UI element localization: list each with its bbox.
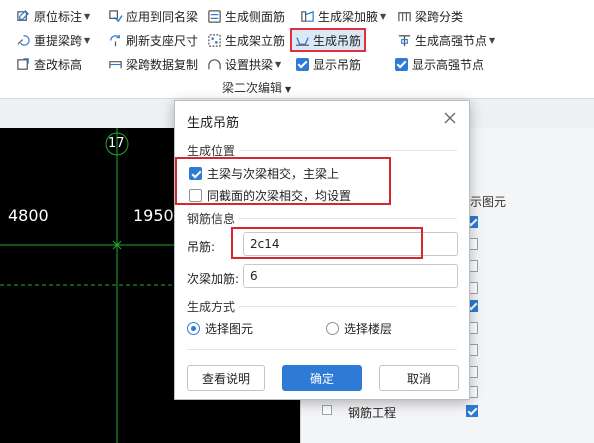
hanger-field-label: 吊筋: (187, 240, 216, 254)
ribbon-group-label[interactable]: 梁二次编辑 ▼ (222, 79, 291, 96)
span-classify-icon (397, 9, 412, 24)
highlight-box-hanger (231, 227, 423, 259)
radio-unselected-icon (326, 322, 339, 335)
radio-selected-icon (187, 322, 200, 335)
reextract-span-icon (16, 33, 31, 48)
chevron-down-icon[interactable]: ▼ (489, 36, 495, 45)
span-data-copy-icon (108, 57, 123, 72)
haunch-icon (300, 9, 315, 24)
show-hanger-checkbox[interactable]: 显示吊筋 (296, 55, 361, 73)
show-high-strength-label: 显示高强节点 (412, 57, 485, 72)
annotation-label: 原位标注 (34, 9, 83, 24)
side-rebar-icon (207, 9, 222, 24)
hanger-rebar-label: 生成吊筋 (313, 33, 362, 48)
section-divider (239, 306, 457, 307)
extra-rebar-input[interactable] (243, 264, 458, 288)
arch-beam-icon (207, 57, 222, 72)
dimension-left: 4800 (8, 206, 49, 225)
section-method-title: 生成方式 (187, 300, 236, 314)
generate-hanger-dialog: 生成吊筋 生成位置 主梁与次梁相交，主梁上 同截面的次梁相交，均设置 钢筋信息 … (174, 100, 470, 400)
dialog-title: 生成吊筋 (187, 116, 240, 131)
section-divider (239, 150, 457, 151)
ok-button[interactable]: 确定 (282, 365, 362, 391)
reextract-span-button[interactable]: 重提梁跨 ▼ (16, 31, 90, 49)
checkbox-checked-icon (395, 57, 408, 71)
erect-rebar-button[interactable]: 生成架立筋 (207, 31, 285, 49)
section-divider (239, 218, 457, 219)
chevron-down-icon[interactable]: ▼ (84, 36, 90, 45)
dimension-right: 1950 (133, 206, 174, 225)
section-rebar-title: 钢筋信息 (187, 212, 236, 226)
refresh-support-icon (108, 33, 123, 48)
side-rebar-label: 生成侧面筋 (225, 9, 286, 24)
ribbon-toolbar: 原位标注 ▼ 应用到同名梁 生成侧面筋 生成梁加腋 ▼ 梁跨分类 重提梁跨 ▼ 刷新支… (0, 0, 594, 98)
close-icon (444, 112, 456, 124)
radio-select-floor[interactable]: 选择楼层 (326, 320, 392, 337)
span-data-copy-label: 梁跨数据复制 (126, 57, 199, 72)
span-classify-label: 梁跨分类 (415, 9, 464, 24)
panel-checkbox[interactable] (466, 405, 478, 417)
hanger-rebar-icon (295, 33, 310, 48)
show-high-strength-checkbox[interactable]: 显示高强节点 (395, 55, 484, 73)
apply-same-beam-label: 应用到同名梁 (126, 9, 199, 24)
erect-rebar-label: 生成架立筋 (225, 33, 286, 48)
check-elevation-label: 查改标高 (34, 57, 83, 72)
refresh-support-button[interactable]: 刷新支座尺寸 (108, 31, 198, 49)
haunch-button[interactable]: 生成梁加腋 ▼ (300, 7, 386, 25)
high-strength-node-button[interactable]: 生成高强节点 ▼ (397, 31, 495, 49)
high-strength-node-icon (397, 33, 412, 48)
radio-select-element[interactable]: 选择图元 (187, 320, 253, 337)
arch-beam-label: 设置拱梁 (225, 57, 274, 72)
cancel-button[interactable]: 取消 (379, 365, 459, 391)
chevron-down-icon[interactable]: ▼ (380, 12, 386, 21)
annotation-icon (16, 9, 31, 24)
footer-divider (187, 349, 457, 350)
panel-column-header: 示图元 (470, 195, 507, 209)
span-data-copy-button[interactable]: 梁跨数据复制 (108, 55, 198, 73)
axis-label: 17 (108, 136, 125, 151)
show-hanger-label: 显示吊筋 (313, 57, 362, 72)
refresh-support-label: 刷新支座尺寸 (126, 33, 199, 48)
radio-select-element-label: 选择图元 (205, 322, 254, 336)
apply-same-beam-button[interactable]: 应用到同名梁 (108, 7, 198, 25)
extra-rebar-field-label: 次梁加筋: (187, 272, 240, 286)
check-elevation-icon (16, 57, 31, 72)
highlight-box-options (175, 157, 391, 205)
tree-item-rebar-project[interactable]: 钢筋工程 (348, 404, 396, 421)
chevron-down-icon[interactable]: ▼ (275, 60, 281, 69)
hanger-rebar-button[interactable]: 生成吊筋 (289, 28, 367, 52)
check-elevation-button[interactable]: 查改标高 (16, 55, 82, 73)
annotation-button[interactable]: 原位标注 ▼ (16, 7, 90, 25)
checkbox-checked-icon (296, 57, 309, 71)
radio-select-floor-label: 选择楼层 (344, 322, 393, 336)
arch-beam-button[interactable]: 设置拱梁 ▼ (207, 55, 281, 73)
chevron-down-icon[interactable]: ▼ (84, 12, 90, 21)
close-button[interactable] (441, 109, 459, 127)
high-strength-node-label: 生成高强节点 (415, 33, 488, 48)
side-rebar-button[interactable]: 生成侧面筋 (207, 7, 285, 25)
help-button[interactable]: 查看说明 (187, 365, 265, 391)
haunch-label: 生成梁加腋 (318, 9, 379, 24)
span-classify-button[interactable]: 梁跨分类 (397, 7, 463, 25)
erect-rebar-icon (207, 33, 222, 48)
tree-expand-box[interactable] (322, 405, 332, 415)
apply-same-beam-icon (108, 9, 123, 24)
chevron-down-icon: ▼ (285, 85, 292, 94)
reextract-span-label: 重提梁跨 (34, 33, 83, 48)
